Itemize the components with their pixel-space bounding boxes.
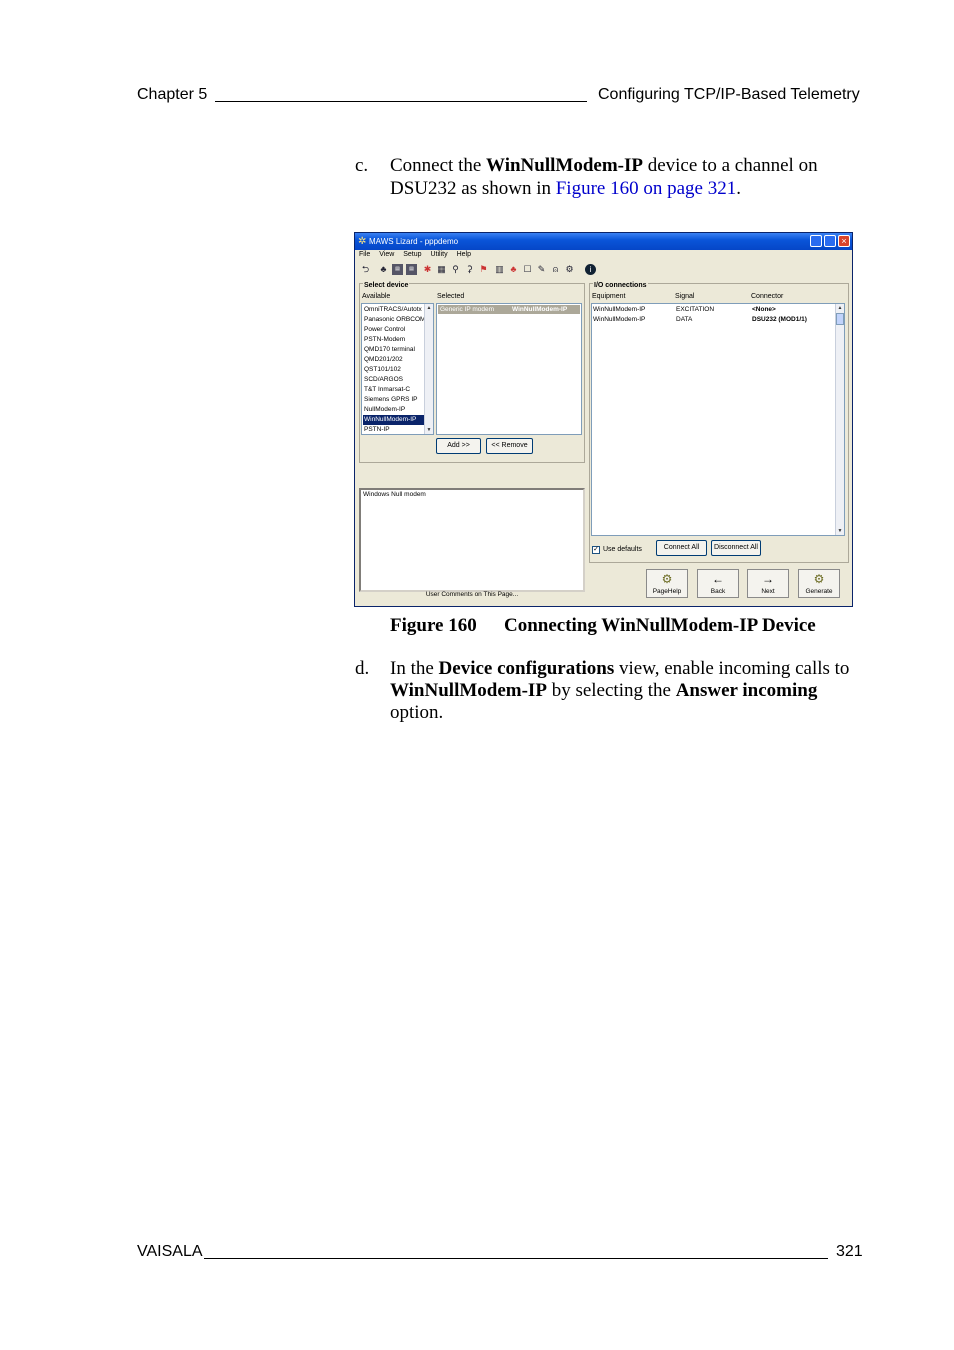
menu-view[interactable]: View (379, 251, 394, 258)
network-icon[interactable]: ♣ (378, 264, 389, 275)
available-item[interactable]: OmniTRACS/Autotx (363, 305, 425, 315)
select-device-label: Select device (363, 282, 410, 289)
back-button[interactable]: ← Back (697, 569, 739, 598)
available-label: Available (362, 293, 391, 300)
use-defaults-checkbox[interactable]: ✓ (592, 546, 600, 554)
generate-button[interactable]: ⚙ Generate (798, 569, 840, 598)
step-c-line-1: Connect the WinNullModem-IP device to a … (390, 155, 818, 176)
io-connections-list[interactable]: WinNullModem-IP EXCITATION <None> WinNullMo… (591, 303, 845, 536)
window-title: MAWS Lizard - pppdemo (369, 237, 459, 246)
close-icon[interactable]: × (838, 235, 850, 247)
footer-rule (204, 1258, 828, 1259)
selected-label: Selected (437, 293, 465, 300)
available-item[interactable]: Power Control (363, 325, 425, 335)
link-icon[interactable]: ♣ (508, 264, 519, 275)
sensor-icon[interactable]: ✱ (422, 264, 433, 275)
page-number: 321 (836, 1243, 863, 1260)
add-button[interactable]: Add >> (436, 438, 481, 454)
open-icon[interactable]: ⮌ (360, 264, 371, 275)
selected-device-row[interactable]: Generic IP modem WinNullModem-IP (438, 305, 580, 314)
generate-gears-icon: ⚙ (813, 572, 825, 586)
figure-caption: Connecting WinNullModem-IP Device (504, 615, 816, 636)
user-comments-label[interactable]: User Comments on This Page... (359, 591, 585, 598)
chapter-title: Configuring TCP/IP-Based Telemetry (598, 86, 860, 103)
io-cell-connector[interactable]: DSU232 (MOD1/1) (752, 315, 807, 325)
maximize-icon[interactable] (824, 235, 836, 247)
settings-icon[interactable]: ⚙ (564, 264, 575, 275)
arrow-right-icon: → (762, 572, 774, 586)
col-signal: Signal (675, 293, 695, 300)
arrow-left-icon: ← (712, 572, 724, 586)
col-equipment: Equipment (592, 293, 626, 300)
io-connections-label: I/O connections (593, 282, 648, 289)
step-c-marker: c. (355, 155, 369, 176)
io-cell-connector[interactable]: <None> (752, 305, 776, 315)
available-item[interactable]: PSTN-Modem (363, 335, 425, 345)
menu-file[interactable]: File (359, 251, 370, 258)
device-icon[interactable]: ▤ (392, 264, 403, 275)
toolbar: ⮌ ♣ ▤ ▤ ✱ ▦ ⚲ ⚳ ⚑ ▥ ♣ ☐ ✎ ⍝ ⚙ i (358, 264, 850, 278)
io-cell-equipment[interactable]: WinNullModem-IP (593, 305, 645, 315)
step-d-marker: d. (355, 658, 370, 679)
available-item[interactable]: NullModem-IP (363, 405, 425, 415)
available-item[interactable]: T&T Inmarsat-C (363, 385, 425, 395)
available-item[interactable]: WinNullModem-IP (363, 415, 425, 425)
measurement-icon[interactable]: ⚲ (450, 264, 461, 275)
title-bar: ✲ MAWS Lizard - pppdemo × (355, 233, 852, 250)
io-cell-equipment[interactable]: WinNullModem-IP (593, 315, 645, 325)
col-connector: Connector (751, 293, 784, 300)
io-cell-signal[interactable]: DATA (676, 315, 692, 325)
help-gear-icon: ⚙ (661, 572, 673, 586)
edit-icon[interactable]: ✎ (536, 264, 547, 275)
step-d-line-1: In the Device configurations view, enabl… (390, 658, 850, 679)
io-scrollbar[interactable]: ▲ ▼ (835, 304, 844, 535)
calculation-icon[interactable]: ⚳ (464, 264, 475, 275)
menu-bar: File View Setup Utility Help (359, 251, 478, 258)
pagehelp-button[interactable]: ⚙ PageHelp (646, 569, 688, 598)
figure-number: Figure 160 (390, 615, 477, 636)
step-d-line-2: WinNullModem-IP by selecting the Answer … (390, 680, 818, 701)
page-icon[interactable]: ☐ (522, 264, 533, 275)
remove-button[interactable]: << Remove (486, 438, 533, 454)
step-c-line-2: DSU232 as shown in Figure 160 on page 32… (390, 178, 741, 199)
available-item[interactable]: PSTN-IP (363, 425, 425, 435)
device-config-icon[interactable]: ▤ (406, 264, 417, 275)
selected-listbox[interactable]: Generic IP modem WinNullModem-IP (436, 303, 582, 435)
header-rule (215, 101, 587, 102)
disconnect-all-button[interactable]: Disconnect All (711, 540, 761, 556)
use-defaults-label: Use defaults (603, 546, 642, 553)
available-item[interactable]: Siemens GPRS IP (363, 395, 425, 405)
menu-setup[interactable]: Setup (403, 251, 421, 258)
available-scrollbar[interactable]: ▲ ▼ (424, 304, 433, 434)
logger-icon[interactable]: ▦ (436, 264, 447, 275)
report-icon[interactable]: ▥ (494, 264, 505, 275)
info-icon[interactable]: i (585, 264, 596, 275)
alarm-icon[interactable]: ⍝ (550, 264, 561, 275)
available-listbox[interactable]: OmniTRACS/Autotx Panasonic ORBCOM Power Co… (361, 303, 434, 435)
menu-utility[interactable]: Utility (430, 251, 447, 258)
comment-box[interactable]: Windows Null modem (359, 488, 585, 592)
io-cell-signal[interactable]: EXCITATION (676, 305, 714, 315)
available-item[interactable]: QMD201/202 (363, 355, 425, 365)
comment-text: Windows Null modem (363, 491, 426, 498)
maws-lizard-window: ✲ MAWS Lizard - pppdemo × File View Setu… (354, 232, 853, 607)
app-icon: ✲ (358, 236, 367, 247)
minimize-icon[interactable] (810, 235, 822, 247)
available-item[interactable]: SCD/ARGOS (363, 375, 425, 385)
flag-icon[interactable]: ⚑ (478, 264, 489, 275)
footer-company: VAISALA (137, 1243, 203, 1260)
connect-all-button[interactable]: Connect All (656, 540, 707, 556)
figure-link[interactable]: Figure 160 on page 321 (556, 178, 736, 199)
io-scroll-thumb[interactable] (836, 313, 844, 325)
available-item[interactable]: QMD170 terminal (363, 345, 425, 355)
next-button[interactable]: → Next (747, 569, 789, 598)
menu-help[interactable]: Help (457, 251, 471, 258)
step-d-line-3: option. (390, 702, 444, 723)
chapter-label: Chapter 5 (137, 86, 208, 103)
available-item[interactable]: Panasonic ORBCOM (363, 315, 425, 325)
available-item[interactable]: QST101/102 (363, 365, 425, 375)
